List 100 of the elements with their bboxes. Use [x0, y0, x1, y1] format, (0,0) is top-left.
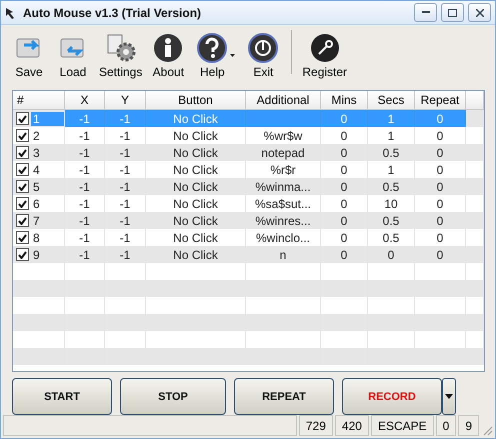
column-header[interactable]: Additional: [246, 91, 321, 110]
table-cell: 0: [415, 110, 466, 127]
gear-icon: [106, 33, 136, 63]
table-cell: 0: [321, 110, 368, 127]
table-cell: 0: [321, 178, 368, 195]
table-cell: -1: [65, 144, 105, 161]
table-cell: 1: [368, 110, 415, 127]
table-cell: %winres...: [246, 212, 321, 229]
table-cell: -1: [105, 144, 146, 161]
table-cell: 0: [321, 246, 368, 263]
table-cell: No Click: [146, 246, 246, 263]
caret-icon[interactable]: [230, 54, 236, 57]
table-cell: 0: [368, 246, 415, 263]
table-cell: -1: [105, 212, 146, 229]
table-cell: -1: [65, 178, 105, 195]
table-cell: 0.5: [368, 212, 415, 229]
window-title: Auto Mouse v1.3 (Trial Version): [23, 6, 202, 20]
table-cell: -1: [105, 246, 146, 263]
table-cell[interactable]: 6: [13, 195, 65, 212]
status-pane: 9: [458, 415, 479, 436]
table-cell: 0: [415, 144, 466, 161]
column-header[interactable]: Repeat: [415, 91, 466, 110]
column-header[interactable]: #: [13, 91, 65, 110]
checkbox[interactable]: [16, 180, 29, 193]
toolbar-button[interactable]: Register: [298, 33, 352, 79]
maximize-button[interactable]: [441, 3, 464, 22]
table-cell[interactable]: 2: [13, 127, 65, 144]
column-header[interactable]: Mins: [321, 91, 368, 110]
column-header[interactable]: Button: [146, 91, 246, 110]
table-cell: -1: [65, 110, 105, 127]
table-cell: -1: [105, 178, 146, 195]
table-cell[interactable]: 4: [13, 161, 65, 178]
row-number[interactable]: 3: [31, 146, 42, 160]
table-cell: -1: [65, 212, 105, 229]
dropdown-button[interactable]: [442, 378, 456, 415]
row-number[interactable]: 5: [31, 180, 42, 194]
caret-down-icon[interactable]: [445, 394, 453, 399]
table-cell: n: [246, 246, 321, 263]
table-cell: 0: [415, 178, 466, 195]
resize-grip-icon[interactable]: [481, 424, 493, 436]
status-pane: 0: [436, 415, 456, 436]
toolbar-button[interactable]: About: [146, 33, 190, 79]
table-cell: 0.5: [368, 144, 415, 161]
action-button[interactable]: REPEAT: [234, 378, 334, 415]
column-header[interactable]: Y: [105, 91, 146, 110]
table-cell[interactable]: 9: [13, 246, 65, 263]
checkbox[interactable]: [16, 231, 29, 244]
close-button[interactable]: [468, 3, 491, 22]
action-button[interactable]: START: [12, 378, 112, 415]
row-number[interactable]: 9: [31, 248, 42, 262]
table-cell: No Click: [146, 178, 246, 195]
checkbox[interactable]: [16, 248, 29, 261]
maximize-icon[interactable]: [448, 8, 457, 16]
row-number[interactable]: 4: [31, 162, 42, 176]
table-cell: 0.5: [368, 178, 415, 195]
checkbox[interactable]: [16, 214, 29, 227]
checkbox[interactable]: [16, 197, 29, 210]
status-pane: ESCAPE: [370, 415, 434, 436]
toolbar-button[interactable]: Help: [190, 33, 234, 79]
column-header[interactable]: Secs: [368, 91, 415, 110]
table-cell[interactable]: 5: [13, 178, 65, 195]
table-cell: No Click: [146, 144, 246, 161]
row-number[interactable]: 2: [31, 128, 42, 142]
help-icon: [197, 33, 228, 63]
close-icon[interactable]: [476, 8, 484, 16]
table-cell: No Click: [146, 212, 246, 229]
table-cell[interactable]: 7: [13, 212, 65, 229]
minimize-button[interactable]: [414, 3, 437, 22]
toolbar-button[interactable]: Exit: [241, 33, 286, 79]
action-button[interactable]: RECORD: [342, 378, 442, 415]
table-cell: 0: [415, 212, 466, 229]
table-cell: -1: [105, 110, 146, 127]
table-cell: No Click: [146, 110, 246, 127]
status-pane: 420: [334, 415, 369, 436]
table-cell: %winma...: [246, 178, 321, 195]
row-number[interactable]: 7: [31, 214, 42, 228]
checkbox[interactable]: [16, 146, 29, 159]
column-header-filler: [466, 91, 484, 110]
toolbar-button[interactable]: Load: [51, 33, 95, 79]
table-cell: notepad: [246, 144, 321, 161]
status-pane: 729: [298, 415, 333, 436]
info-icon: [153, 33, 184, 63]
table-cell: -1: [65, 246, 105, 263]
minimize-icon[interactable]: [422, 11, 430, 14]
checkbox[interactable]: [16, 163, 29, 176]
toolbar-button[interactable]: Save: [7, 33, 51, 79]
column-header[interactable]: X: [65, 91, 105, 110]
power-icon: [248, 33, 278, 63]
table-cell[interactable]: 8: [13, 229, 65, 246]
checkbox[interactable]: [16, 112, 29, 125]
table-cell: 0: [321, 212, 368, 229]
key-icon: [310, 33, 340, 63]
table-cell: 0: [415, 246, 466, 263]
table-cell[interactable]: 3: [13, 144, 65, 161]
action-button[interactable]: STOP: [120, 378, 226, 415]
checkbox[interactable]: [16, 129, 29, 142]
row-number[interactable]: 8: [31, 230, 42, 244]
table-cell: 0: [321, 144, 368, 161]
row-number[interactable]: 6: [31, 196, 42, 210]
toolbar-button[interactable]: Settings: [95, 33, 146, 79]
